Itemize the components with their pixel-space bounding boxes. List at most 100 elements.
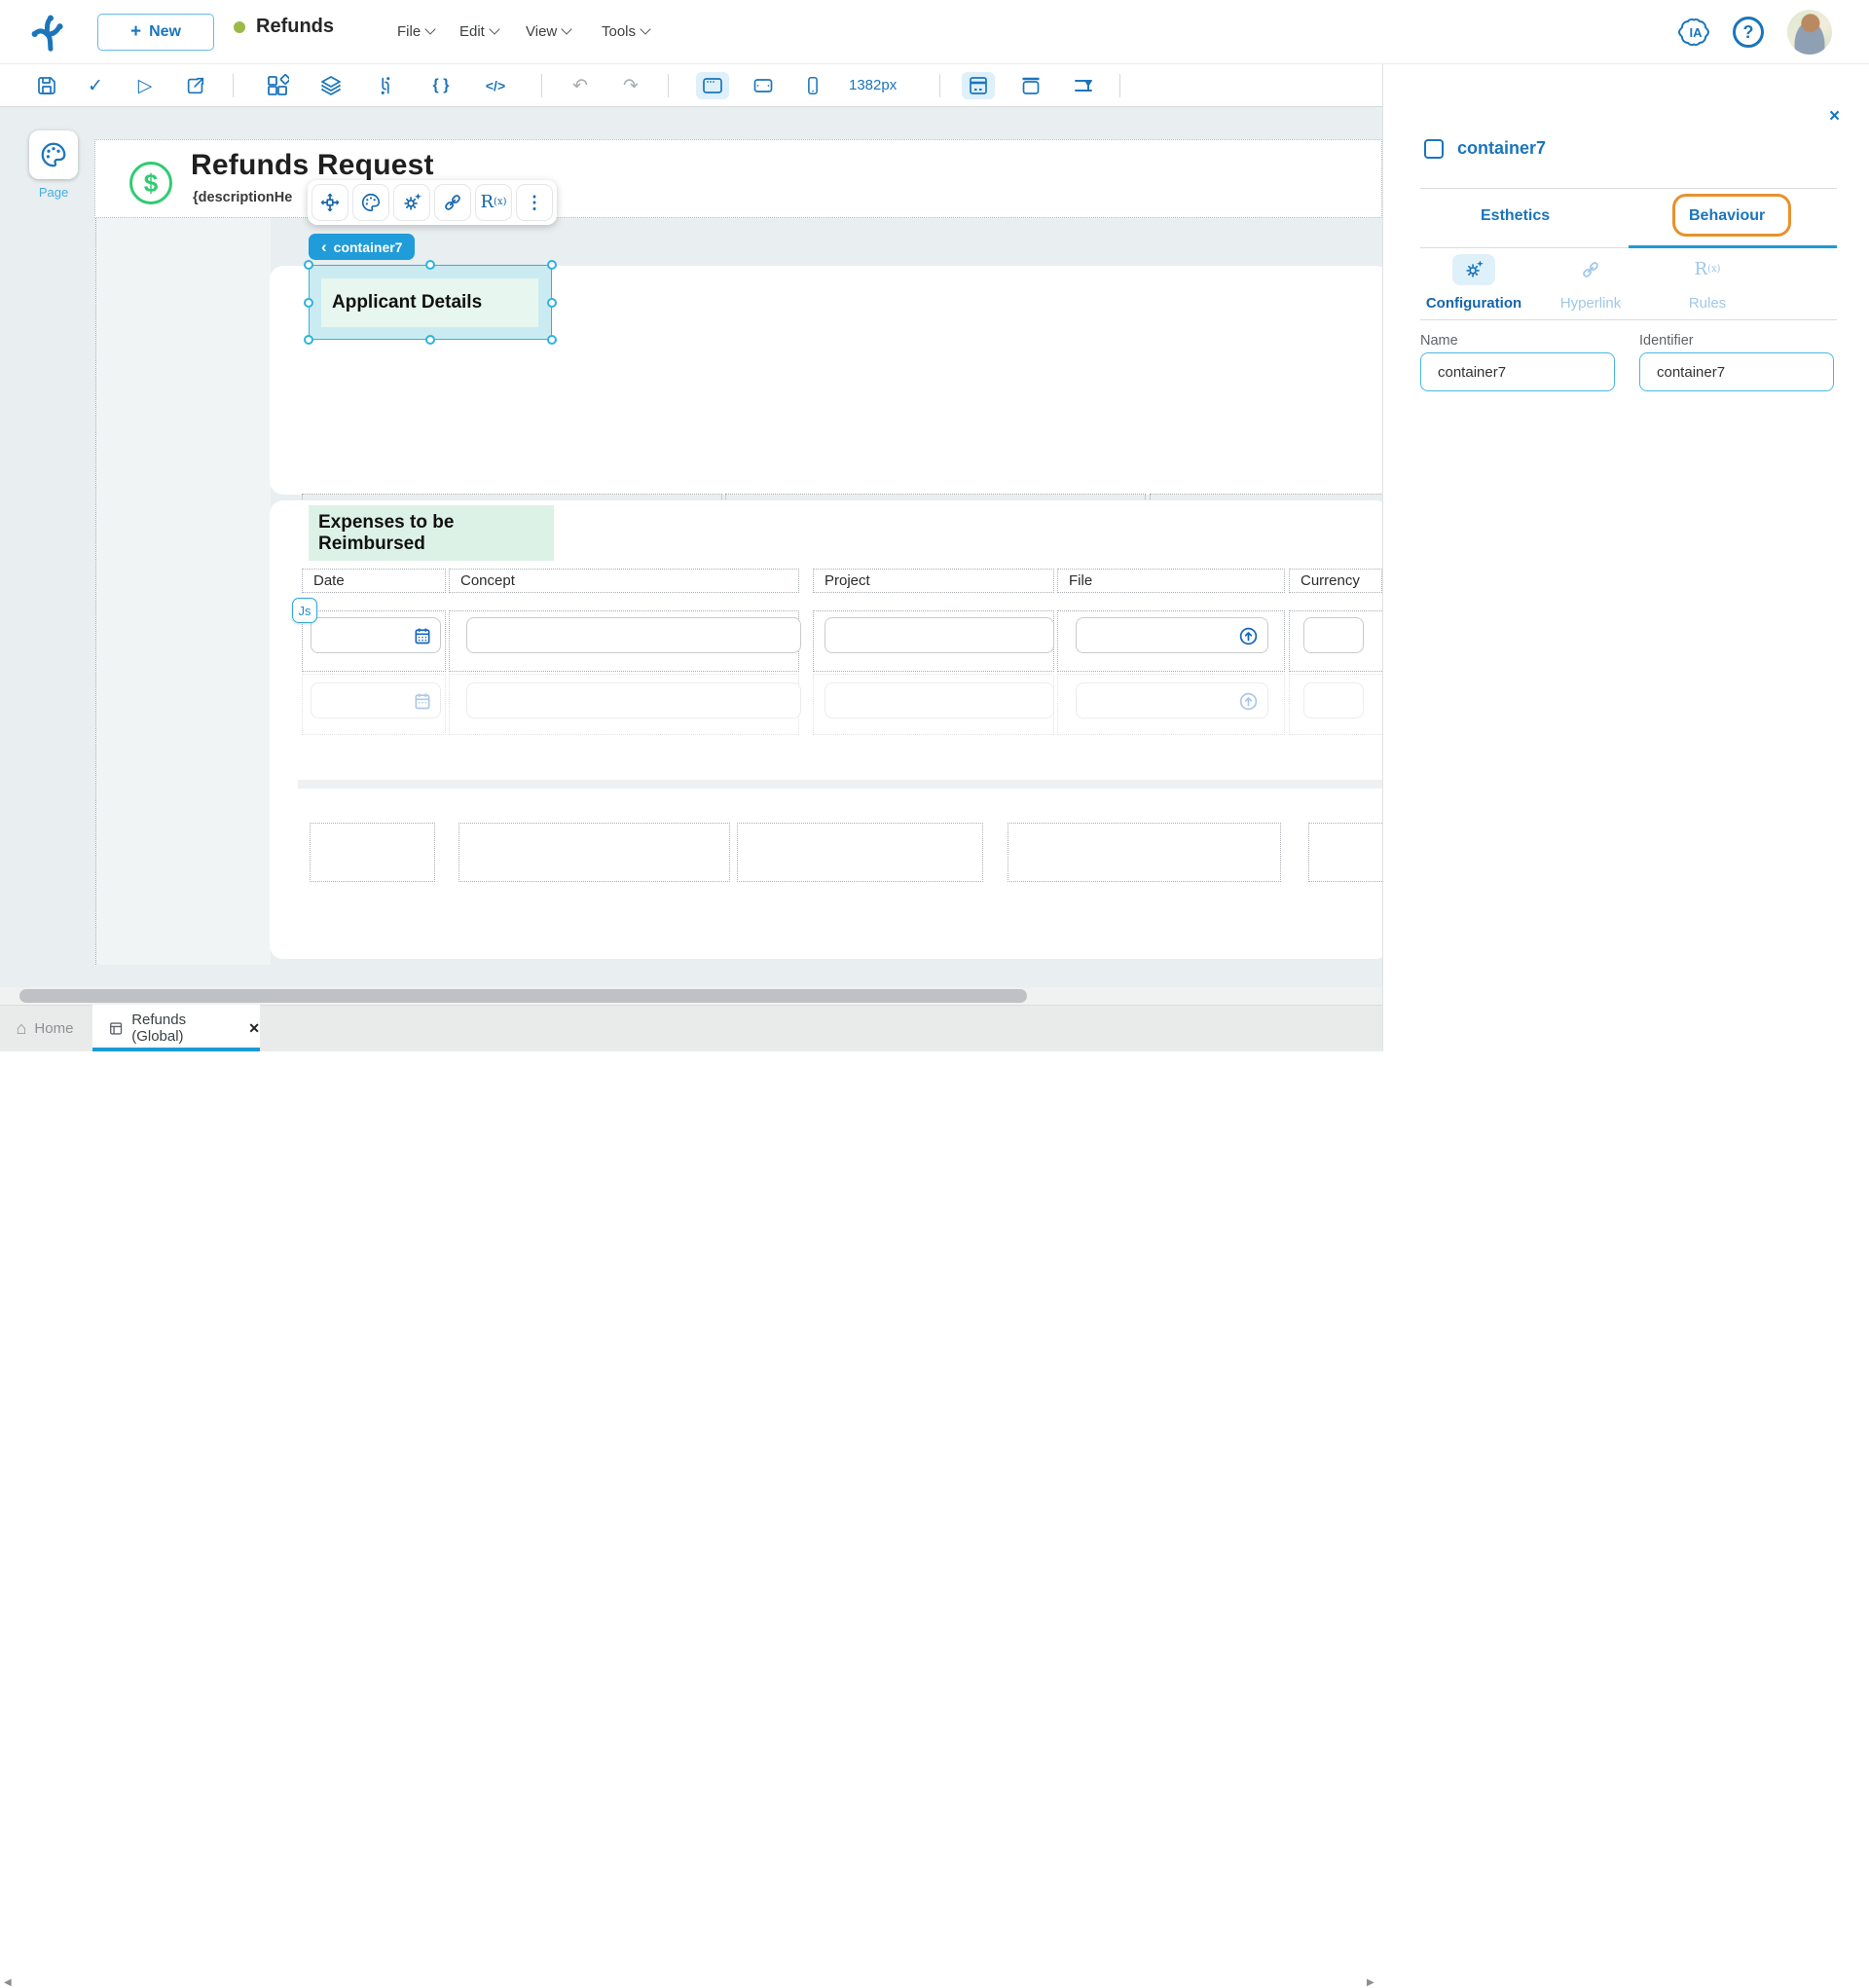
rules-button[interactable]: R (x)	[475, 184, 512, 221]
close-panel-icon[interactable]: ×	[1829, 107, 1840, 126]
page-style-button[interactable]	[29, 130, 78, 179]
placeholder-cell[interactable]	[458, 823, 730, 882]
hyperlink-button[interactable]	[434, 184, 471, 221]
date-input[interactable]	[311, 682, 441, 718]
resize-handle[interactable]	[304, 297, 313, 308]
tab-esthetics[interactable]: Esthetics	[1481, 207, 1550, 225]
settings-button[interactable]	[393, 184, 430, 221]
column-header-project[interactable]: Project	[813, 569, 1054, 593]
placeholder-cell[interactable]	[1308, 823, 1382, 882]
top-bar: + New Refunds File Edit View Tools IA ?	[0, 0, 1869, 64]
desktop-view-button[interactable]	[696, 72, 729, 99]
more-options-button[interactable]: ⋮	[516, 184, 553, 221]
column-header-concept[interactable]: Concept	[449, 569, 799, 593]
viewport-width-value[interactable]: 1382px	[849, 77, 897, 93]
identifier-field-input[interactable]	[1639, 352, 1834, 391]
save-button[interactable]	[30, 72, 63, 99]
page-title[interactable]: Refunds Request	[191, 149, 434, 182]
menu-edit[interactable]: Edit	[459, 16, 500, 47]
resize-handle[interactable]	[425, 335, 435, 345]
braces-button[interactable]: { }	[424, 72, 458, 99]
close-tab-icon[interactable]: ✕	[248, 1020, 260, 1037]
date-cell[interactable]	[302, 610, 446, 672]
source-code-button[interactable]: </>	[479, 72, 512, 99]
expenses-heading[interactable]: Expenses to be Reimbursed	[309, 505, 554, 561]
applicant-details-heading[interactable]: Applicant Details	[321, 278, 538, 327]
placeholder-cell[interactable]	[737, 823, 983, 882]
scroll-left-icon[interactable]: ◀	[4, 1977, 12, 1988]
resize-handle[interactable]	[547, 335, 557, 345]
concept-cell[interactable]	[449, 674, 801, 735]
file-cell[interactable]	[1057, 610, 1285, 672]
help-icon[interactable]: ?	[1733, 17, 1764, 48]
calendar-icon	[415, 693, 430, 710]
app-logo-icon[interactable]	[27, 10, 72, 55]
resize-handle[interactable]	[547, 297, 557, 308]
placeholder-cell[interactable]	[310, 823, 435, 882]
column-header-currency[interactable]: Currency	[1289, 569, 1382, 593]
tab-refunds-global[interactable]: Refunds (Global) ✕	[92, 1005, 260, 1051]
element-checkbox[interactable]	[1424, 139, 1444, 159]
file-input[interactable]	[1076, 617, 1268, 653]
resize-handle[interactable]	[547, 260, 557, 270]
project-cell[interactable]	[813, 674, 1054, 735]
concept-input[interactable]	[466, 682, 801, 718]
active-tab-indicator	[92, 1048, 260, 1051]
currency-input[interactable]	[1303, 682, 1364, 718]
file-input[interactable]	[1076, 682, 1268, 718]
upload-icon[interactable]	[1238, 626, 1259, 646]
resize-handle[interactable]	[425, 260, 435, 270]
undo-button[interactable]: ↶	[564, 72, 597, 99]
tab-home[interactable]: ⌂ Home	[0, 1005, 90, 1051]
date-input[interactable]	[311, 617, 441, 653]
subtab-hyperlink[interactable]: Hyperlink	[1527, 254, 1654, 312]
esthetics-button[interactable]	[352, 184, 389, 221]
redo-button[interactable]: ↷	[614, 72, 647, 99]
preview-button[interactable]: ▷	[128, 72, 162, 99]
currency-cell[interactable]	[1289, 610, 1382, 672]
page-subtitle-token[interactable]: {descriptionHe	[193, 190, 292, 205]
name-field-input[interactable]	[1420, 352, 1615, 391]
selected-element-overlay[interactable]: Applicant Details	[304, 260, 557, 345]
scroll-right-icon[interactable]: ▶	[1367, 1977, 1374, 1988]
phone-view-button[interactable]	[796, 72, 829, 99]
rules-x-glyph: (x)	[494, 197, 507, 207]
concept-cell[interactable]	[449, 610, 801, 672]
project-cell[interactable]	[813, 610, 1054, 672]
new-button[interactable]: + New	[97, 14, 214, 51]
widgets-button[interactable]	[261, 72, 294, 99]
placeholder-cell[interactable]	[1008, 823, 1281, 882]
column-header-date[interactable]: Date	[302, 569, 446, 593]
validate-button[interactable]: ✓	[79, 72, 112, 99]
concept-input[interactable]	[466, 617, 801, 653]
container-breadcrumb-chip[interactable]: ‹ container7	[309, 234, 416, 260]
move-button[interactable]	[312, 184, 348, 221]
js-script-badge[interactable]: Js	[292, 598, 317, 623]
resize-handle[interactable]	[304, 260, 313, 270]
header-section-button[interactable]	[1014, 72, 1047, 99]
column-header-file[interactable]: File	[1057, 569, 1285, 593]
currency-cell[interactable]	[1289, 674, 1382, 735]
user-avatar[interactable]	[1787, 10, 1832, 55]
date-cell[interactable]	[302, 674, 446, 735]
tablet-view-button[interactable]	[747, 72, 780, 99]
align-distribute-button[interactable]	[1067, 72, 1100, 99]
flow-button[interactable]	[369, 72, 402, 99]
layers-button[interactable]	[314, 72, 348, 99]
file-cell[interactable]	[1057, 674, 1285, 735]
currency-input[interactable]	[1303, 617, 1364, 653]
menu-tools[interactable]: Tools	[602, 16, 651, 47]
menu-file[interactable]: File	[397, 16, 436, 47]
resize-handle[interactable]	[304, 335, 313, 345]
scrollbar-thumb[interactable]	[19, 989, 1027, 1003]
subtab-rules[interactable]: R (x) Rules	[1644, 254, 1771, 313]
menu-view[interactable]: View	[526, 16, 572, 47]
calendar-icon[interactable]	[413, 626, 432, 645]
subtab-rules-label: Rules	[1688, 295, 1727, 312]
project-input[interactable]	[825, 617, 1054, 653]
export-button[interactable]	[179, 72, 212, 99]
project-input[interactable]	[825, 682, 1054, 718]
ai-assistant-icon[interactable]: IA	[1676, 15, 1715, 55]
page-layout-button[interactable]	[962, 72, 995, 99]
subtab-configuration[interactable]: Configuration	[1411, 254, 1537, 312]
